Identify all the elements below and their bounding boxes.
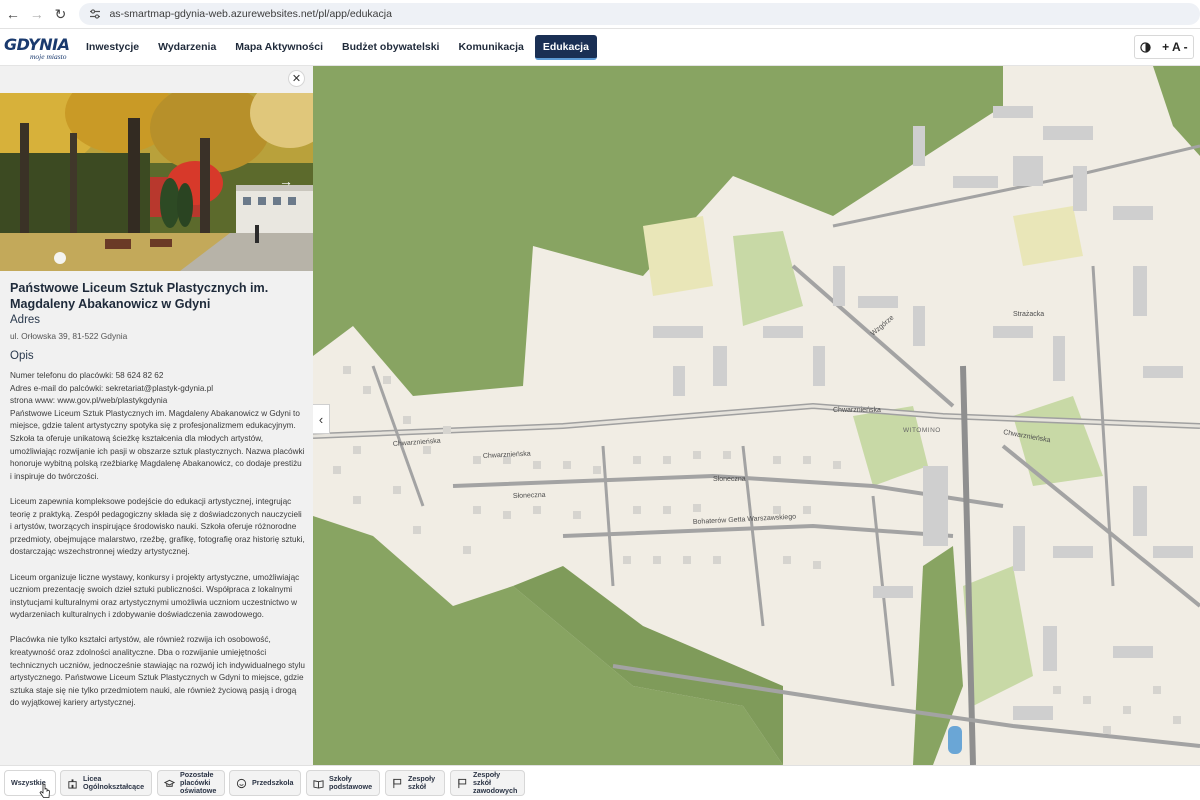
description-paragraph-4: Placówka nie tylko kształci artystów, al… (10, 635, 305, 708)
logo-subtitle: moje miasto (30, 52, 67, 61)
address-bar[interactable]: as-smartmap-gdynia-web.azurewebsites.net… (79, 3, 1200, 25)
filter-label: Pozostałe placówki oświatowe (180, 770, 217, 795)
app-header: GDYNIA moje miasto Inwestycje Wydarzenia… (0, 29, 1200, 66)
filter-zespoly-szkol[interactable]: Zespoły szkół (385, 770, 445, 796)
flag-icon (458, 778, 467, 788)
font-size-controls[interactable]: + A - (1162, 40, 1187, 54)
filter-zespoly-szkol-zawodowych[interactable]: Zespoły szkół zawodowych (450, 770, 525, 796)
school-photo (0, 93, 313, 271)
menu-item-edukacja[interactable]: Edukacja (534, 35, 597, 60)
address-value: ul. Orłowska 39, 81-522 Gdynia (10, 331, 128, 341)
street-label: Słoneczna (713, 476, 746, 483)
filter-pozostale[interactable]: Pozostałe placówki oświatowe (157, 770, 225, 796)
menu-item-mapa-aktywnosci[interactable]: Mapa Aktywności (227, 35, 331, 60)
map-canvas[interactable]: Chwarznieńska Chwarznieńska Chwarznieńsk… (313, 66, 1200, 765)
url-text: as-smartmap-gdynia-web.azurewebsites.net… (109, 8, 392, 20)
street-label: Chwarznieńska (833, 407, 881, 414)
description-paragraph-1: Państwowe Liceum Sztuk Plastycznych im. … (10, 408, 305, 481)
menu-item-budzet-obywatelski[interactable]: Budżet obywatelski (334, 35, 447, 60)
place-title: Państwowe Liceum Sztuk Plastycznych im. … (10, 281, 269, 311)
filter-label: Szkoły podstawowe (329, 774, 373, 791)
chevron-left-icon: ‹ (318, 411, 324, 427)
photo-next-arrow[interactable]: → (279, 173, 293, 189)
collapse-sidebar-button[interactable]: ‹ (313, 404, 330, 434)
district-label: WITOMINO (903, 427, 941, 434)
filter-szkoly-podstawowe[interactable]: Szkoły podstawowe (306, 770, 380, 796)
filter-licea[interactable]: Licea Ogólnokształcące (60, 770, 152, 796)
mouse-cursor-icon (39, 783, 50, 798)
main-menu: Inwestycje Wydarzenia Mapa Aktywności Bu… (78, 35, 600, 60)
filter-label: Przedszkola (252, 778, 294, 787)
description: Numer telefonu do placówki: 58 624 82 62… (10, 370, 305, 723)
filter-label: Zespoły szkół (408, 774, 436, 791)
filter-label: Zespoły szkół zawodowych (473, 770, 518, 795)
flag-icon (393, 778, 402, 788)
site-settings-icon[interactable] (89, 8, 101, 20)
browser-back-button[interactable]: ← (2, 3, 24, 25)
map-view[interactable]: Chwarznieńska Chwarznieńska Chwarznieńsk… (313, 66, 1200, 765)
graduation-cap-icon (164, 779, 175, 787)
description-paragraph-3: Liceum organizuje liczne wystawy, konkur… (10, 572, 300, 620)
filter-label: Licea Ogólnokształcące (83, 774, 145, 791)
address-heading: Adres (10, 314, 41, 326)
filter-przedszkola[interactable]: Przedszkola (229, 770, 301, 796)
gdynia-logo[interactable]: GDYNIA moje miasto (4, 33, 70, 63)
street-label: Słoneczna (513, 492, 546, 500)
menu-item-wydarzenia[interactable]: Wydarzenia (150, 35, 224, 60)
browser-reload-button[interactable]: ↻ (50, 3, 72, 25)
website-line: strona www: www.gov.pl/web/plastykgdynia (10, 396, 168, 406)
menu-item-komunikacja[interactable]: Komunikacja (450, 35, 531, 60)
phone-line: Numer telefonu do placówki: 58 624 82 62 (10, 371, 164, 380)
contrast-icon[interactable] (1140, 41, 1152, 53)
close-panel-button[interactable]: ✕ (288, 70, 305, 87)
smile-icon (236, 778, 247, 788)
accessibility-tools: + A - (1134, 35, 1194, 59)
browser-toolbar: ← → ↻ as-smartmap-gdynia-web.azurewebsit… (0, 0, 1200, 29)
book-icon (313, 779, 324, 789)
school-building-icon (68, 778, 77, 789)
description-heading: Opis (10, 350, 34, 362)
close-icon: ✕ (291, 73, 302, 85)
email-line: Adres e-mail do palcówki: sekretariat@pl… (10, 383, 214, 393)
street-label: Strażacka (1013, 311, 1044, 318)
category-filter-bar: Wszystkie Licea Ogólnokształcące Pozosta… (0, 765, 1200, 800)
menu-item-inwestycje[interactable]: Inwestycje (78, 35, 147, 60)
browser-forward-button[interactable]: → (26, 3, 48, 25)
description-paragraph-2: Liceum zapewnia kompleksowe podejście do… (10, 496, 305, 557)
details-sidebar: ✕ → Państwowe Liceum Sztuk Plastycznych … (0, 66, 313, 765)
